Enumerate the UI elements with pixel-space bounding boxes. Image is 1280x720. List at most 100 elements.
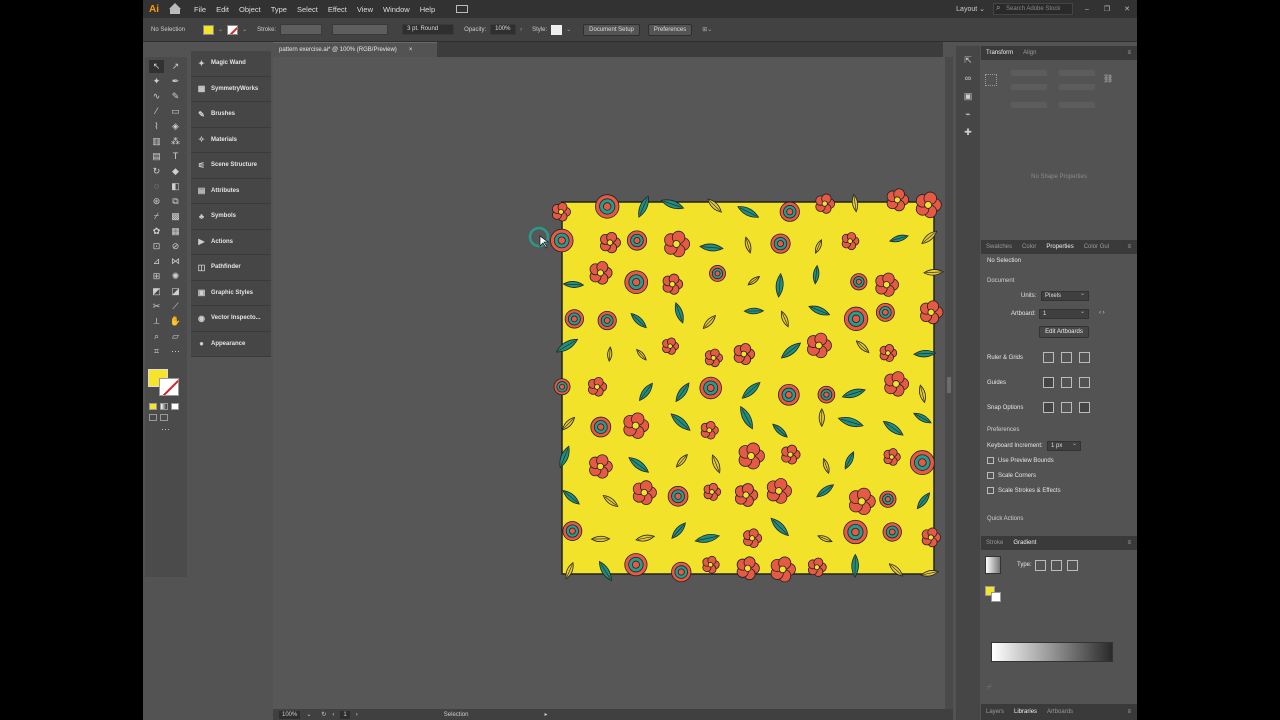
shape-builder-tool-icon[interactable]: ⧉ bbox=[168, 195, 183, 208]
image-icon[interactable]: ▣ bbox=[962, 90, 975, 102]
scrollbar-thumb[interactable] bbox=[947, 377, 951, 393]
workspace-switcher[interactable]: Layout ⌄ bbox=[956, 5, 985, 13]
height-field[interactable] bbox=[1059, 84, 1095, 90]
warp-tool-icon[interactable]: ⊛ bbox=[149, 195, 164, 208]
opacity-field[interactable]: 100% bbox=[490, 24, 517, 35]
dock-item-materials[interactable]: ✧ Materials bbox=[191, 128, 271, 153]
snap-to-pixel-icon[interactable] bbox=[1079, 402, 1090, 413]
dock-item-actions[interactable]: ▶ Actions bbox=[191, 230, 271, 255]
chevron-down-icon[interactable]: ⌄ bbox=[566, 26, 571, 33]
draw-mode-icon[interactable] bbox=[149, 414, 157, 421]
grid-icon[interactable] bbox=[1061, 352, 1072, 363]
tab-stroke[interactable]: Stroke bbox=[986, 540, 1003, 546]
width-tool-icon[interactable]: ⋈ bbox=[168, 255, 183, 268]
variable-width-field[interactable] bbox=[332, 24, 389, 35]
zoom-field[interactable]: 100% bbox=[279, 710, 301, 719]
next-artboard-icon[interactable]: › bbox=[356, 712, 358, 718]
stroke-mini-icon[interactable] bbox=[991, 592, 1001, 602]
lasso-tool-icon[interactable]: ◌ bbox=[149, 180, 164, 193]
tab-swatches[interactable]: Swatches bbox=[986, 244, 1012, 250]
chevron-down-icon[interactable]: ⌄ bbox=[306, 711, 311, 718]
links-icon[interactable]: ∞ bbox=[962, 72, 975, 84]
pixel-grid-icon[interactable] bbox=[1079, 352, 1090, 363]
stroke-swatch[interactable] bbox=[227, 24, 239, 35]
chevron-right-icon[interactable]: › bbox=[520, 27, 522, 33]
gradient-tool-icon[interactable]: ◧ bbox=[168, 180, 183, 193]
prev-artboard-icon[interactable]: ‹ bbox=[332, 712, 334, 718]
artboard-dropdown[interactable]: 1 bbox=[1039, 308, 1089, 319]
selection-tool-icon[interactable]: ↖ bbox=[149, 60, 164, 73]
eyedropper-tool-icon[interactable]: ⁂ bbox=[168, 135, 183, 148]
crop-tool-icon[interactable]: ⌗ bbox=[149, 345, 164, 358]
fill-stroke-widget[interactable] bbox=[145, 365, 185, 401]
gradient-slider[interactable] bbox=[991, 642, 1113, 662]
panel-menu-icon[interactable]: ≡ bbox=[1127, 244, 1131, 250]
navigator-icon[interactable]: ✚ bbox=[962, 126, 975, 138]
linear-gradient-icon[interactable] bbox=[1035, 560, 1046, 571]
tab-artboards[interactable]: Artboards bbox=[1047, 709, 1073, 715]
stock-search-input[interactable]: Search Adobe Stock bbox=[993, 3, 1073, 15]
print-tiling-tool-icon[interactable]: ▱ bbox=[168, 330, 183, 343]
live-paint-selection-tool-icon[interactable]: ◪ bbox=[168, 285, 183, 298]
close-icon[interactable]: ✕ bbox=[1121, 5, 1133, 13]
scale-corners-checkbox[interactable] bbox=[987, 472, 994, 479]
panel-menu-icon[interactable]: ≡ bbox=[1127, 540, 1131, 546]
panel-menu-icon[interactable]: ≡ bbox=[1127, 50, 1131, 56]
perspective-tool-icon[interactable]: ⊿ bbox=[149, 255, 164, 268]
dock-item-pathfinder[interactable]: ◫ Pathfinder bbox=[191, 255, 271, 281]
screen-mode-icon[interactable] bbox=[160, 414, 168, 421]
gradient-mode-icon[interactable] bbox=[160, 403, 168, 410]
ruler-icon[interactable] bbox=[1043, 352, 1054, 363]
scissors-tool-icon[interactable]: ✂ bbox=[149, 300, 164, 313]
shear-field[interactable] bbox=[1059, 102, 1095, 108]
magic-wand-tool-icon[interactable]: ✦ bbox=[149, 75, 164, 88]
menu-file[interactable]: File bbox=[194, 5, 206, 14]
restore-icon[interactable]: ❐ bbox=[1101, 5, 1113, 13]
shaper-tool-icon[interactable]: ◈ bbox=[168, 120, 183, 133]
constrain-icon[interactable]: ⛓ bbox=[1103, 74, 1113, 83]
menu-type[interactable]: Type bbox=[271, 5, 287, 14]
measure-tool-icon[interactable]: ⟂ bbox=[149, 315, 164, 328]
tab-libraries[interactable]: Libraries bbox=[1014, 709, 1037, 715]
pencil-tool-icon[interactable]: ✎ bbox=[168, 90, 183, 103]
use-preview-bounds-checkbox[interactable] bbox=[987, 457, 994, 464]
prev-artboard-icon[interactable]: ‹ › bbox=[1099, 310, 1105, 316]
zoom-tool-icon[interactable]: ⌕ bbox=[149, 330, 164, 343]
preferences-button[interactable]: Preferences bbox=[647, 23, 693, 36]
direct-selection-tool-icon[interactable]: ↗ bbox=[168, 60, 183, 73]
dimension-tool-icon[interactable]: ⋯ bbox=[168, 345, 183, 358]
menu-help[interactable]: Help bbox=[420, 5, 435, 14]
more-tools-icon[interactable]: ··· bbox=[158, 423, 173, 436]
column-graph-tool-icon[interactable]: ▦ bbox=[168, 225, 183, 238]
eyedropper-icon[interactable]: ⌿ bbox=[149, 210, 164, 223]
lock-guides-icon[interactable] bbox=[1061, 377, 1072, 388]
color-mode-icon[interactable] bbox=[149, 403, 157, 410]
dock-item-scene-structure[interactable]: ⚟ Scene Structure bbox=[191, 153, 271, 179]
snap-to-grid-icon[interactable] bbox=[1061, 402, 1072, 413]
radial-gradient-icon[interactable] bbox=[1051, 560, 1062, 571]
dock-item-symmetryworks[interactable]: ▦ SymmetryWorks bbox=[191, 77, 271, 102]
home-icon[interactable] bbox=[169, 3, 181, 14]
dock-item-appearance[interactable]: ● Appearance bbox=[191, 332, 271, 357]
puppet-warp-tool-icon[interactable]: ✺ bbox=[168, 270, 183, 283]
curvature-tool-icon[interactable]: ∿ bbox=[149, 90, 164, 103]
menu-window[interactable]: Window bbox=[383, 5, 410, 14]
rotate-view-icon[interactable]: ↻ bbox=[321, 711, 326, 718]
pen-tool-icon[interactable]: ✒ bbox=[168, 75, 183, 88]
eraser-tool-icon[interactable]: ◆ bbox=[168, 165, 183, 178]
document-tab[interactable]: pattern exercise.ai* @ 100% (RGB/Preview… bbox=[273, 42, 437, 57]
dock-item-brushes[interactable]: ✎ Brushes bbox=[191, 102, 271, 128]
snap-to-point-icon[interactable] bbox=[1043, 402, 1054, 413]
panel-menu-icon[interactable]: ≡ bbox=[1127, 709, 1131, 715]
dock-item-symbols[interactable]: ♣ Symbols bbox=[191, 204, 271, 230]
chevron-down-icon[interactable]: ⌄ bbox=[218, 26, 223, 33]
stroke-color-swatch[interactable] bbox=[159, 378, 179, 396]
mesh-tool-icon[interactable]: ▤ bbox=[149, 150, 164, 163]
export-icon[interactable]: ⇱ bbox=[962, 54, 975, 66]
menu-object[interactable]: Object bbox=[239, 5, 261, 14]
document-setup-button[interactable]: Document Setup bbox=[583, 23, 640, 36]
eyedropper-icon[interactable]: ⌿ bbox=[987, 682, 992, 692]
brush-panel-icon[interactable]: ⌁ bbox=[962, 108, 975, 120]
vertical-scrollbar[interactable] bbox=[945, 57, 953, 709]
keyboard-increment-field[interactable]: 1 px bbox=[1047, 440, 1081, 451]
